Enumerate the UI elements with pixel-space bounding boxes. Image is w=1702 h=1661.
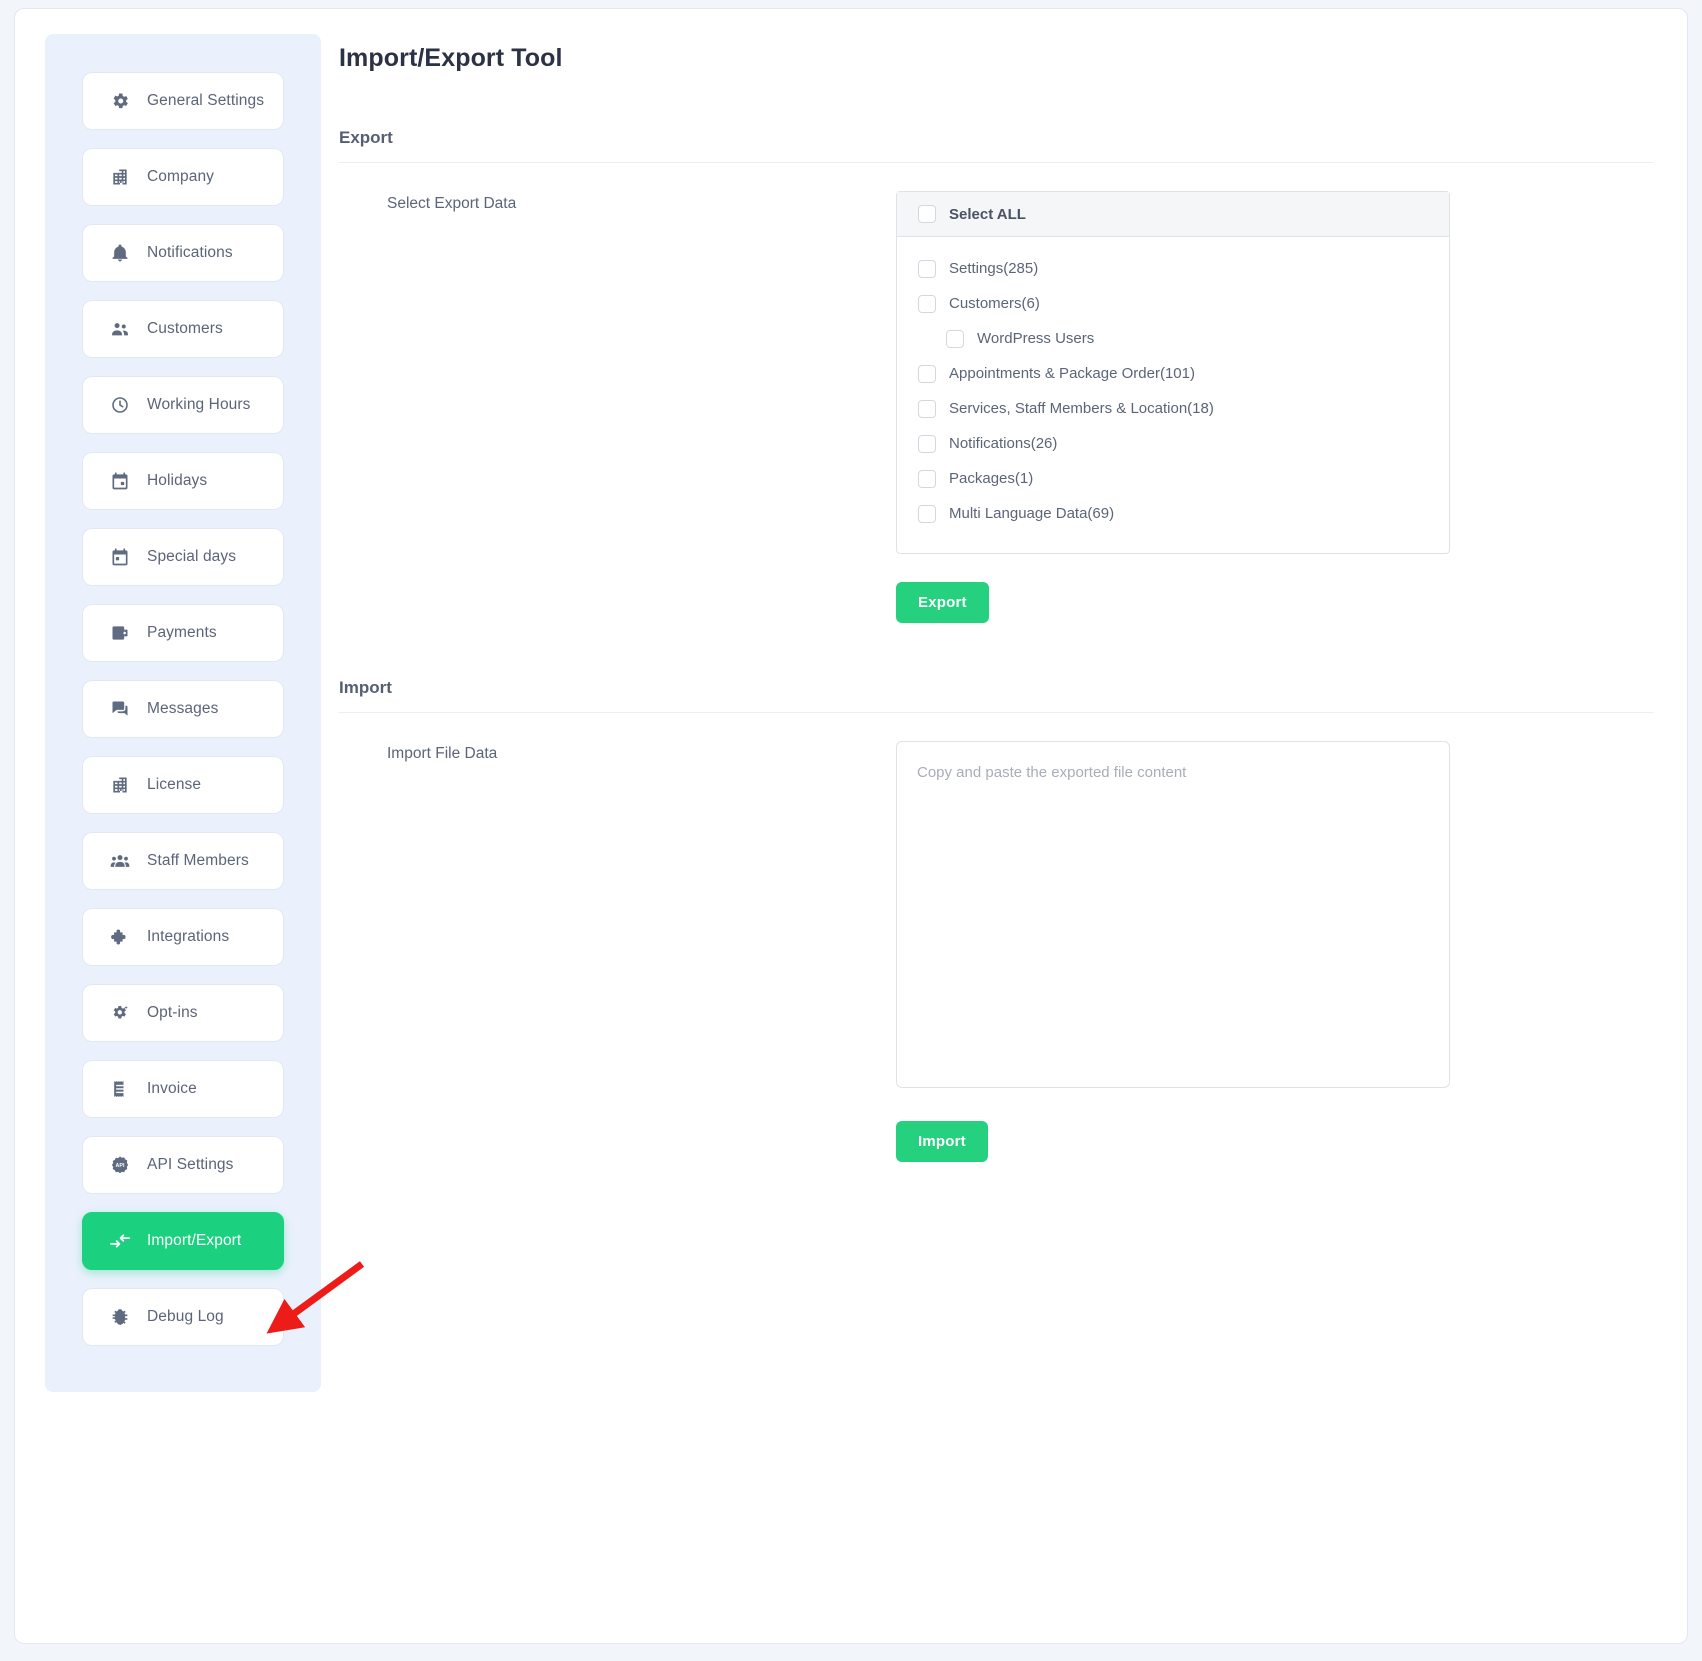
- sidebar-item-import-export[interactable]: Import/Export: [82, 1212, 284, 1270]
- sidebar-item-invoice[interactable]: Invoice: [82, 1060, 284, 1118]
- export-option-label: WordPress Users: [977, 330, 1095, 347]
- export-option-label: Packages(1): [949, 470, 1034, 487]
- import-button[interactable]: Import: [896, 1121, 988, 1162]
- select-export-data-label: Select Export Data: [387, 195, 517, 212]
- sidebar-item-api-settings[interactable]: API API Settings: [82, 1136, 284, 1194]
- select-all-checkbox[interactable]: [918, 205, 936, 223]
- sidebar-item-payments[interactable]: Payments: [82, 604, 284, 662]
- export-option-label: Customers(6): [949, 295, 1040, 312]
- export-option-label: Notifications(26): [949, 435, 1058, 452]
- api-icon: API: [109, 1154, 131, 1176]
- import-file-data-row: Import File Data Import: [339, 741, 1653, 1162]
- export-option-label: Services, Staff Members & Location(18): [949, 400, 1214, 417]
- sidebar-item-label: Messages: [147, 700, 219, 717]
- sidebar-item-notifications[interactable]: Notifications: [82, 224, 284, 282]
- people-icon: [109, 318, 131, 340]
- import-file-data-label: Import File Data: [387, 745, 498, 762]
- building-icon: [109, 166, 131, 188]
- sidebar-item-opt-ins[interactable]: Opt-ins: [82, 984, 284, 1042]
- sidebar-item-general-settings[interactable]: General Settings: [82, 72, 284, 130]
- import-export-icon: [109, 1230, 131, 1252]
- export-option-checkbox[interactable]: [918, 434, 936, 453]
- export-option-label: Appointments & Package Order(101): [949, 365, 1195, 382]
- sidebar-item-label: Debug Log: [147, 1308, 224, 1325]
- sidebar-item-label: Company: [147, 168, 215, 185]
- puzzle-icon: [109, 926, 131, 948]
- sidebar-item-label: Invoice: [147, 1080, 197, 1097]
- sidebar-item-label: Holidays: [147, 472, 208, 489]
- select-all-label: Select ALL: [949, 205, 1026, 223]
- export-option-row[interactable]: Services, Staff Members & Location(18): [918, 391, 1449, 426]
- svg-text:API: API: [116, 1163, 125, 1169]
- export-option-row[interactable]: Notifications(26): [918, 426, 1449, 461]
- sidebar-item-integrations[interactable]: Integrations: [82, 908, 284, 966]
- export-option-checkbox[interactable]: [918, 399, 936, 418]
- export-button[interactable]: Export: [896, 582, 989, 623]
- sidebar-item-label: Integrations: [147, 928, 230, 945]
- invoice-icon: [109, 1078, 131, 1100]
- select-export-data-row: Select Export Data Select ALL Settings(2…: [339, 191, 1653, 623]
- sidebar-item-label: Customers: [147, 320, 223, 337]
- calendar-event-icon: [109, 546, 131, 568]
- clock-icon: [109, 394, 131, 416]
- sidebar-item-holidays[interactable]: Holidays: [82, 452, 284, 510]
- sidebar-item-working-hours[interactable]: Working Hours: [82, 376, 284, 434]
- export-option-checkbox[interactable]: [918, 259, 936, 278]
- sidebar-item-label: Staff Members: [147, 852, 249, 869]
- settings-sidebar: General Settings Company Notifications Cust…: [45, 34, 321, 1392]
- sidebar-item-license[interactable]: License: [82, 756, 284, 814]
- bell-icon: [109, 242, 131, 264]
- sidebar-item-label: Working Hours: [147, 396, 251, 413]
- export-option-row[interactable]: WordPress Users: [918, 321, 1449, 356]
- calendar-icon: [109, 470, 131, 492]
- export-option-checkbox[interactable]: [918, 469, 936, 488]
- sidebar-item-label: Special days: [147, 548, 237, 565]
- export-option-checkbox[interactable]: [946, 329, 964, 348]
- main-content: Import/Export Tool Export Select Export …: [339, 34, 1653, 1162]
- import-control: Import: [896, 741, 1653, 1162]
- sidebar-item-label: General Settings: [147, 92, 265, 109]
- page-title: Import/Export Tool: [339, 44, 563, 72]
- export-option-label: Settings(285): [949, 260, 1039, 277]
- gear-icon: [109, 90, 131, 112]
- chat-icon: [109, 698, 131, 720]
- sidebar-item-staff-members[interactable]: Staff Members: [82, 832, 284, 890]
- export-option-row[interactable]: Appointments & Package Order(101): [918, 356, 1449, 391]
- group-icon: [109, 850, 131, 872]
- app-window: General Settings Company Notifications Cust…: [14, 8, 1688, 1644]
- sidebar-item-debug-log[interactable]: Debug Log: [82, 1288, 284, 1346]
- sidebar-item-label: API Settings: [147, 1156, 234, 1173]
- export-options-control: Select ALL Settings(285) Customers(6) Word…: [896, 191, 1653, 623]
- building-icon: [109, 774, 131, 796]
- select-all-row[interactable]: Select ALL: [897, 192, 1449, 237]
- bug-icon: [109, 1306, 131, 1328]
- sidebar-item-company[interactable]: Company: [82, 148, 284, 206]
- wallet-icon: [109, 622, 131, 644]
- export-option-row[interactable]: Packages(1): [918, 461, 1449, 496]
- import-section-title: Import: [339, 678, 1653, 713]
- sidebar-item-label: Opt-ins: [147, 1004, 198, 1021]
- export-option-row[interactable]: Multi Language Data(69): [918, 496, 1449, 531]
- export-option-row[interactable]: Customers(6): [918, 286, 1449, 321]
- export-option-row[interactable]: Settings(285): [918, 251, 1449, 286]
- sidebar-item-label: License: [147, 776, 202, 793]
- export-section-title: Export: [339, 128, 1653, 163]
- sidebar-item-label: Payments: [147, 624, 217, 641]
- import-file-data-textarea[interactable]: [896, 741, 1450, 1088]
- export-option-checkbox[interactable]: [918, 364, 936, 383]
- export-options-list: Settings(285) Customers(6) WordPress Users…: [897, 237, 1449, 553]
- export-options-panel: Select ALL Settings(285) Customers(6) Word…: [896, 191, 1450, 554]
- sidebar-item-customers[interactable]: Customers: [82, 300, 284, 358]
- export-option-checkbox[interactable]: [918, 504, 936, 523]
- sidebar-item-label: Notifications: [147, 244, 233, 261]
- gear-sparkle-icon: [109, 1002, 131, 1024]
- sidebar-item-label: Import/Export: [147, 1232, 242, 1249]
- sidebar-item-messages[interactable]: Messages: [82, 680, 284, 738]
- export-option-label: Multi Language Data(69): [949, 505, 1115, 522]
- sidebar-item-special-days[interactable]: Special days: [82, 528, 284, 586]
- export-option-checkbox[interactable]: [918, 294, 936, 313]
